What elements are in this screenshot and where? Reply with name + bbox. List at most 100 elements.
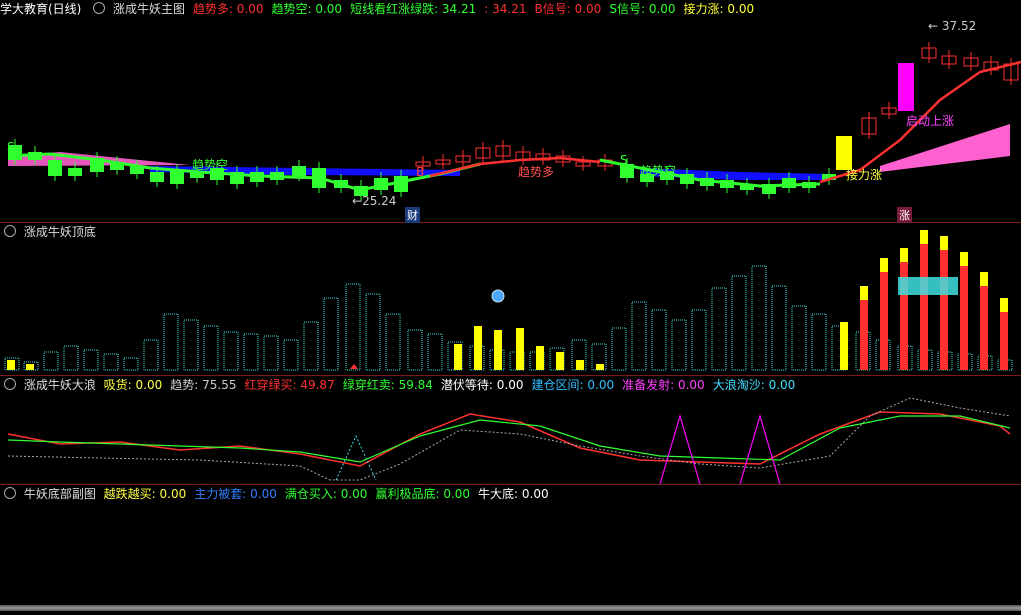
indicator-field: S信号: 0.00 (609, 2, 676, 16)
b-signal: B (416, 165, 425, 179)
indicator-field: 短线看红涨绿跌: 34.21 (350, 2, 477, 16)
red-line (7, 411, 1011, 467)
pane4-header: 牛妖底部副图 越跌越买: 0.00 主力被套: 0.00 满仓买入: 0.00 赢利极… (0, 485, 561, 503)
cyan-block (898, 277, 958, 295)
candle-body (48, 160, 62, 176)
green-line (7, 415, 1011, 463)
yellow-cap (980, 272, 988, 286)
indicator-field: 主力被套: 0.00 (194, 487, 277, 501)
hollow-bar (263, 335, 279, 371)
yellow-bar (26, 364, 34, 370)
indicator-field: 红穿绿买: 49.87 (244, 378, 335, 392)
hollow-bar (83, 349, 99, 371)
indicator-field: : 34.21 (484, 2, 527, 16)
yellow-cap (900, 248, 908, 262)
trend-empty-label-2: 趋势空 (640, 164, 677, 178)
yellow-bar (474, 326, 482, 370)
hollow-bar (751, 265, 767, 371)
hollow-bar (407, 329, 423, 371)
gear-icon[interactable] (4, 225, 16, 237)
pane3-indicator-fields: 吸货: 0.00 趋势: 75.55 红穿绿买: 49.87 绿穿红卖: 59.84 潜… (104, 378, 804, 392)
ball-icon (491, 289, 505, 303)
indicator-field: 建仓区间: 0.00 (531, 378, 615, 392)
gear-icon[interactable] (93, 2, 106, 14)
candle-body (68, 168, 82, 176)
candle-body (170, 170, 184, 184)
hollow-bar (303, 321, 319, 371)
indicator-field: 趋势空: 0.00 (271, 2, 343, 16)
stock-title: 学大教育(日线) (0, 2, 82, 16)
trend-empty-label-1: 趋势空 (192, 158, 229, 172)
hollow-bar (671, 319, 687, 371)
yellow-bar (840, 322, 848, 370)
dotted-line (7, 397, 1011, 481)
candle-body (150, 172, 164, 182)
hollow-bar (63, 345, 79, 371)
yellow-bar (516, 328, 524, 370)
yellow-cap (920, 230, 928, 244)
gear-icon[interactable] (4, 487, 16, 499)
candle-body (292, 166, 306, 176)
yellow-cap (940, 236, 948, 250)
indicator-field: 接力涨: 0.00 (683, 2, 755, 16)
hollow-bar (631, 301, 647, 371)
hollow-bar (43, 351, 59, 371)
hollow-bar (143, 339, 159, 371)
gear-icon[interactable] (4, 378, 16, 390)
yellow-bar (596, 364, 604, 370)
main-chart-pane[interactable]: 学大教育(日线) 涨成牛妖主图 趋势多: 0.00 趋势空: 0.00 短线看红涨绿… (0, 0, 1021, 223)
top-bottom-bars (4, 230, 1013, 371)
indicator-field: 趋势: 75.55 (170, 378, 237, 392)
pane3-indicator-name[interactable]: 涨成牛妖大浪 (24, 378, 96, 392)
red-bar (940, 250, 948, 370)
hollow-bar (611, 327, 627, 371)
yellow-bar (454, 344, 462, 370)
hollow-bar (731, 275, 747, 371)
yellow-bar (7, 360, 15, 370)
red-bar (960, 266, 968, 370)
hollow-bar (427, 333, 443, 371)
indicator-field: 牛大底: 0.00 (478, 487, 549, 501)
pane4-indicator-fields: 越跌越买: 0.00 主力被套: 0.00 满仓买入: 0.00 赢利极品底: 0.0… (104, 487, 557, 501)
red-bar (980, 286, 988, 370)
relay-rise-label: 接力涨 (846, 168, 883, 182)
bottom-sub-pane[interactable]: 牛妖底部副图 越跌越买: 0.00 主力被套: 0.00 满仓买入: 0.00 赢利极… (0, 485, 1021, 615)
pane2-header: 涨成牛妖顶底 (0, 223, 100, 241)
hollow-bar (243, 333, 259, 371)
indicator-field: 吸货: 0.00 (103, 378, 163, 392)
main-indicator-name[interactable]: 涨成牛妖主图 (113, 2, 185, 16)
red-bar (860, 300, 868, 370)
main-chart-header: 学大教育(日线) 涨成牛妖主图 趋势多: 0.00 趋势空: 0.00 短线看红涨绿… (0, 0, 766, 18)
arrow-left-icon: ← (928, 19, 939, 33)
indicator-field: 满仓买入: 0.00 (284, 487, 368, 501)
hollow-bar (711, 287, 727, 371)
candlestick-chart[interactable] (0, 0, 1021, 222)
yellow-bar (556, 352, 564, 370)
start-rise-block (898, 63, 914, 111)
big-wave-pane[interactable]: 涨成牛妖大浪 吸货: 0.00 趋势: 75.55 红穿绿买: 49.87 绿穿红卖:… (0, 376, 1021, 484)
red-bar (1000, 312, 1008, 370)
relay-rise-block (836, 136, 852, 170)
pane2-indicator-name[interactable]: 涨成牛妖顶底 (24, 225, 96, 239)
finance-tag[interactable]: 财 (405, 207, 420, 223)
hollow-bar (365, 293, 381, 371)
pane4-indicator-name[interactable]: 牛妖底部副图 (24, 487, 96, 501)
red-bar (920, 244, 928, 370)
magenta-spike (659, 413, 701, 484)
yellow-bar (576, 360, 584, 370)
yellow-cap (960, 252, 968, 266)
hollow-bar (323, 297, 339, 371)
start-rise-label: 启动上涨 (906, 114, 955, 128)
rise-tag[interactable]: 涨 (897, 207, 912, 223)
yellow-cap (880, 258, 888, 272)
horizontal-scrollbar[interactable] (0, 605, 1021, 611)
top-bottom-pane[interactable]: 涨成牛妖顶底 (0, 223, 1021, 375)
hollow-bar (385, 313, 401, 371)
hollow-bar (103, 353, 119, 371)
indicator-field: 绿穿红卖: 59.84 (342, 378, 433, 392)
low-price-label: ←25.24 (352, 194, 397, 208)
indicator-field: B信号: 0.00 (534, 2, 602, 16)
arrow-marker-icon (350, 364, 358, 369)
indicator-field: 准备发射: 0.00 (622, 378, 705, 392)
pink-cone (880, 124, 1010, 172)
